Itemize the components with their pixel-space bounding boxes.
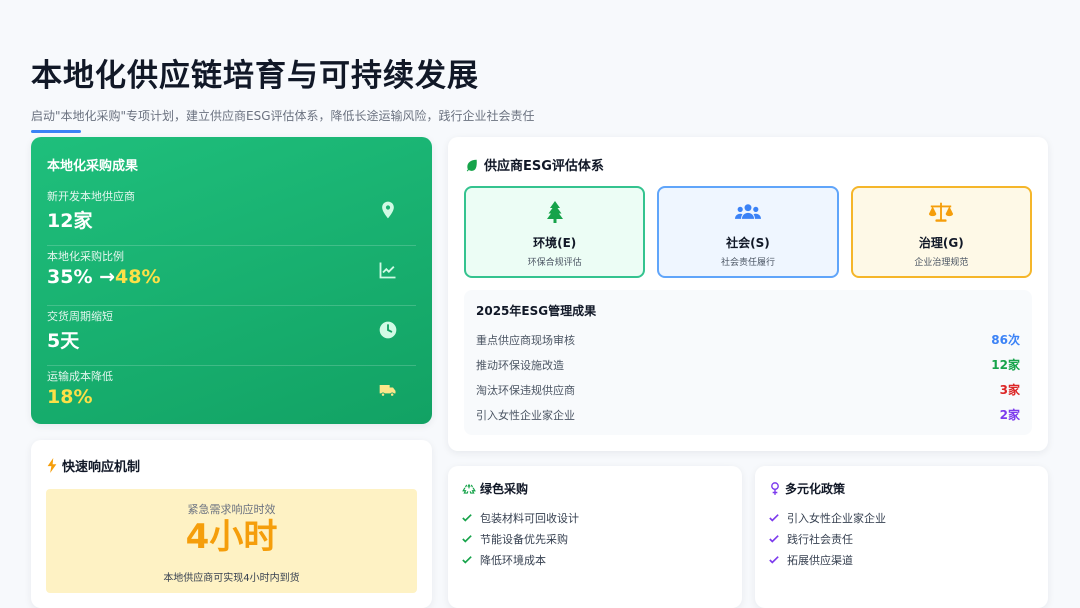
metric-label: 新开发本地供应商 [47, 190, 135, 203]
diversity-title-row: 多元化政策 [769, 480, 1034, 497]
metric-label: 交货周期缩短 [47, 310, 113, 323]
list-item-text: 节能设备优先采购 [480, 532, 568, 546]
list-item-text: 引入女性企业家企业 [787, 511, 886, 525]
recycle-icon [462, 483, 476, 494]
lightning-icon [47, 458, 57, 473]
esg-title: 供应商ESG评估体系 [484, 159, 604, 174]
result-value: 12家 [991, 358, 1020, 372]
esg-title-row: 供应商ESG评估体系 [464, 155, 1032, 174]
ratio-arrow: → [99, 266, 116, 288]
check-icon [769, 534, 779, 543]
esg-box-social: 社会(S) 社会责任履行 [657, 186, 839, 278]
leaf-icon [466, 159, 477, 171]
diversity-list: 引入女性企业家企业 践行社会责任 拓展供应渠道 [769, 507, 1034, 570]
esg-box-desc: 社会责任履行 [720, 258, 775, 268]
check-icon [462, 555, 472, 564]
list-item-text: 践行社会责任 [787, 532, 853, 546]
ratio-end: 48% [115, 266, 161, 288]
ratio-start: 35% [47, 266, 93, 288]
metric-value: 5天 [47, 330, 80, 352]
esg-box-desc: 企业治理规范 [914, 258, 969, 268]
metric-label: 运输成本降低 [47, 370, 113, 383]
metric-value: 12家 [47, 210, 93, 232]
results-title: 2025年ESG管理成果 [476, 304, 597, 318]
female-symbol-icon [771, 481, 779, 495]
page-subtitle: 启动"本地化采购"专项计划，建立供应商ESG评估体系，降低长途运输风险，践行企业… [31, 109, 535, 123]
quick-note: 本地供应商可实现4小时内到货 [163, 573, 300, 584]
result-label: 重点供应商现场审核 [476, 333, 575, 347]
page-header: 本地化供应链培育与可持续发展 启动"本地化采购"专项计划，建立供应商ESG评估体… [31, 50, 535, 133]
esg-box-governance: 治理(G) 企业治理规范 [850, 186, 1032, 278]
quick-value: 4小时 [185, 517, 278, 557]
green-procurement-card: 绿色采购 包装材料可回收设计 节能设备优先采购 降低环境成本 [448, 466, 742, 608]
balance-scale-icon [929, 202, 954, 222]
local-procurement-card: 本地化采购成果 新开发本地供应商 12家 本地化采购比例 35% →48% 交货… [31, 137, 432, 424]
quick-title-row: 快速响应机制 [46, 456, 417, 475]
clock-icon [379, 321, 397, 339]
esg-box-name: 治理(G) [918, 236, 964, 250]
users-icon [734, 204, 761, 219]
esg-box-name: 社会(S) [726, 236, 770, 250]
list-item-text: 拓展供应渠道 [787, 553, 853, 567]
check-icon [769, 513, 779, 522]
location-pin-icon [382, 201, 394, 219]
list-item: 引入女性企业家企业 [769, 507, 1034, 528]
list-item: 践行社会责任 [769, 528, 1034, 549]
quick-label: 紧急需求响应时效 [187, 503, 276, 516]
list-item: 包装材料可回收设计 [462, 507, 728, 528]
quick-response-card: 快速响应机制 紧急需求响应时效 4小时 本地供应商可实现4小时内到货 [31, 440, 432, 608]
esg-box-name: 环境(E) [533, 236, 577, 250]
quick-response-box: 紧急需求响应时效 4小时 本地供应商可实现4小时内到货 [46, 489, 417, 593]
esg-box-environment: 环境(E) 环保合规评估 [464, 186, 646, 278]
green-list: 包装材料可回收设计 节能设备优先采购 降低环境成本 [462, 507, 728, 570]
result-row: 引入女性企业家企业 2家 [476, 402, 1020, 427]
result-label: 推动环保设施改造 [476, 358, 564, 372]
esg-pillars: 环境(E) 环保合规评估 社会(S) 社会责任履行 治理(G) 企业治理规范 [464, 186, 1032, 278]
diversity-title: 多元化政策 [785, 482, 846, 496]
truck-icon [379, 385, 396, 397]
result-row: 淘汰环保违规供应商 3家 [476, 377, 1020, 402]
tree-icon [546, 201, 563, 223]
result-row: 重点供应商现场审核 86次 [476, 327, 1020, 352]
diversity-policy-card: 多元化政策 引入女性企业家企业 践行社会责任 拓展供应渠道 [755, 466, 1048, 608]
green-title: 绿色采购 [480, 482, 529, 496]
page-title: 本地化供应链培育与可持续发展 [31, 58, 479, 94]
metric-delivery-cycle: 交货周期缩短 5天 [47, 306, 416, 366]
metric-value: 35% →48% [47, 266, 416, 288]
metric-new-suppliers: 新开发本地供应商 12家 [47, 186, 416, 246]
green-title-row: 绿色采购 [462, 480, 728, 497]
list-item-text: 包装材料可回收设计 [480, 511, 579, 525]
quick-title: 快速响应机制 [62, 460, 141, 475]
esg-box-desc: 环保合规评估 [527, 258, 582, 268]
metric-local-ratio: 本地化采购比例 35% →48% [47, 246, 416, 306]
title-underline [31, 130, 81, 133]
result-value: 86次 [991, 333, 1020, 347]
list-item: 节能设备优先采购 [462, 528, 728, 549]
check-icon [462, 534, 472, 543]
esg-evaluation-card: 供应商ESG评估体系 环境(E) 环保合规评估 社会(S) 社会责任履行 治理(… [448, 137, 1048, 451]
check-icon [769, 555, 779, 564]
list-item-text: 降低环境成本 [480, 553, 546, 567]
check-icon [462, 513, 472, 522]
metric-transport-cost: 运输成本降低 18% [47, 366, 416, 426]
line-chart-icon [379, 262, 396, 279]
result-value: 3家 [999, 383, 1020, 397]
result-label: 淘汰环保违规供应商 [476, 383, 575, 397]
result-row: 推动环保设施改造 12家 [476, 352, 1020, 377]
list-item: 拓展供应渠道 [769, 549, 1034, 570]
metric-label: 本地化采购比例 [47, 250, 124, 263]
result-label: 引入女性企业家企业 [476, 408, 575, 422]
esg-results-panel: 2025年ESG管理成果 重点供应商现场审核 86次 推动环保设施改造 12家 … [464, 290, 1032, 435]
result-value: 2家 [999, 408, 1020, 422]
list-item: 降低环境成本 [462, 549, 728, 570]
metric-value: 18% [47, 386, 93, 408]
procurement-title: 本地化采购成果 [47, 159, 139, 174]
